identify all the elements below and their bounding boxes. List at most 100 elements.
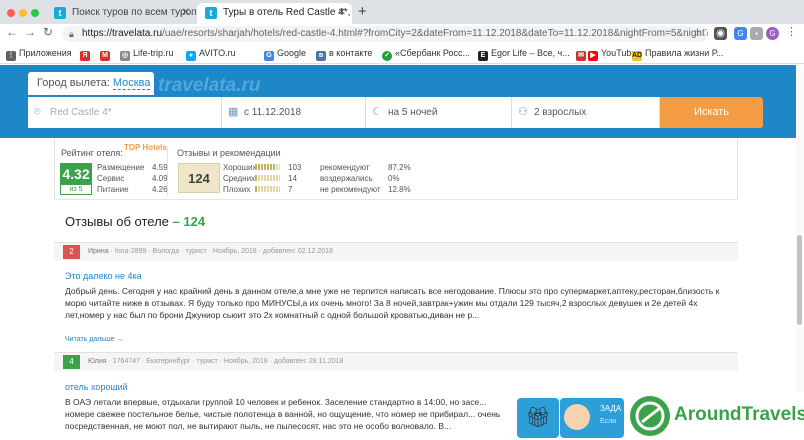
yandex-icon: Я [80,51,90,61]
tab-tour-search[interactable]: t Поиск туров по всем туропер ✕ [46,3,196,24]
globe-icon: ◎ [120,51,130,61]
read-more-link[interactable]: Читать дальше → [65,336,123,343]
apps-grid-icon: ⋮ [6,51,16,61]
guests-input[interactable]: ⚇ 2 взрослых [512,97,660,128]
tab-red-castle[interactable]: t Туры в отель Red Castle 4*, С ✕ [197,3,352,24]
bookmark-sberbank[interactable]: ✓ «Сбербанк Росс... [382,47,470,61]
review-score-badge: 4 [63,355,80,369]
nights-input[interactable]: ☾ на 5 ночей [366,97,512,128]
bookmark-yandex[interactable]: Я [80,47,93,61]
forward-arrow-icon[interactable]: → [24,25,36,39]
search-panel: travelata.ru Город вылета: Москва ⌾ Red … [0,65,804,138]
bookmark-star-icon[interactable]: ☆ [693,26,702,42]
rating-criterion: Размещение 4.59 [97,163,168,172]
tophotels-logo: TOP Hotels [124,143,167,152]
location-pin-icon: ⌾ [34,106,41,118]
travelata-logo: travelata.ru [158,75,261,96]
city-value[interactable]: Москва [112,77,151,90]
rating-criterion: Сервис 4.09 [97,174,168,183]
bookmark-google[interactable]: G Google [264,47,306,61]
feedback-bar [255,164,280,170]
feedback-total: 124 [178,163,220,193]
extension-person-icon[interactable]: ◉ [714,27,727,40]
recommend-row: рекомендуют 87.2% [320,163,411,172]
tab-title: Туры в отель Red Castle 4*, С [223,7,352,18]
aroundtravels-logo-icon [630,396,670,436]
review-meta: 4 Юлия · 1764747 · Екатеринбург · турист… [54,353,738,371]
profile-avatar[interactable]: G [766,27,779,40]
url-bar[interactable]: 🔒︎ https://travelata.ru/uae/resorts/shar… [62,26,708,42]
reviews-heading: Отзывы об отеле – 124 [65,214,206,229]
address-toolbar: ← → ↻ 🔒︎ https://travelata.ru/uae/resort… [0,24,804,43]
maximize-window-button[interactable] [31,9,39,17]
bookmark-pravila[interactable]: AD Правила жизни Р... [632,47,724,61]
recommend-row: не рекомендуют 12.8% [320,185,411,194]
city-label: Город вылета: [37,77,110,89]
feedback-bar [255,175,280,181]
browser-tab-bar: t Поиск туров по всем туропер ✕ t Туры в… [0,0,804,24]
feedback-title: Отзывы и рекомендации [177,148,281,158]
page-scrollbar[interactable] [796,65,804,440]
review-title-link[interactable]: отель хороший [65,382,128,392]
bookmark-avito[interactable]: ● AVITO.ru [186,47,236,61]
rating-criterion: Питание 4.26 [97,185,168,194]
bookmark-youtube[interactable]: ▶ YouTube [578,47,636,61]
travelata-favicon-icon: t [54,7,66,19]
google-icon: G [264,51,274,61]
gift-icon: 🎁︎ [525,407,551,429]
feedback-bar [255,186,280,192]
aroundtravels-watermark: AroundTravels [626,392,804,440]
avito-icon: ● [186,51,196,61]
review-score-badge: 2 [63,245,80,259]
moon-icon: ☾ [372,106,382,118]
recommend-row: воздержались 0% [320,174,400,183]
person-icon: ⚇ [518,106,528,118]
operator-avatar [564,404,590,430]
bookmark-egor-life[interactable]: E Egor Life – Все, ч... [478,47,570,61]
translate-icon[interactable]: G [734,27,747,40]
tab-title: Поиск туров по всем туропер [72,7,196,18]
close-tab-icon[interactable]: ✕ [182,3,190,23]
bookmark-gmail[interactable]: M [100,47,113,61]
hotel-input[interactable]: ⌾ Red Castle 4* [28,97,222,128]
chat-widget[interactable]: ЗАДА Если [560,398,624,438]
youtube-icon: ▶ [588,51,598,61]
travelata-favicon-icon: t [205,7,217,19]
url-host: https://travelata.ru [82,28,163,39]
extension-icon[interactable]: ▪ [750,27,763,40]
review-text: Добрый день. Сегодня у нас крайний день … [65,286,720,320]
date-input[interactable]: ▦ с 11.12.2018 [222,97,366,128]
gift-widget[interactable]: 🎁︎ [517,398,559,438]
window-controls [7,8,43,20]
reload-icon[interactable]: ↻ [43,25,53,39]
bookmark-apps[interactable]: ⋮ Приложения [6,47,72,61]
close-window-button[interactable] [7,9,15,17]
lock-icon: 🔒︎ [69,29,74,39]
rating-score-badge: 4.32 из 5 [60,163,92,195]
rating-title: Рейтинг отеля: [61,148,123,158]
review-meta: 2 Ирина · Irina-2899 · Вологда · турист … [54,243,738,261]
departure-city-selector[interactable]: Город вылета: Москва [28,72,154,95]
minimize-window-button[interactable] [19,9,27,17]
review-item: 2 Ирина · Irina-2899 · Вологда · турист … [54,242,738,348]
url-path: /uae/resorts/sharjah/hotels/red-castle-4… [162,28,708,39]
calendar-icon: ▦ [228,106,239,118]
hotel-rating-box: Рейтинг отеля: TOP Hotels 4.32 из 5 Разм… [54,138,738,200]
egor-life-icon: E [478,51,488,61]
ad-icon: AD [632,51,643,61]
back-arrow-icon[interactable]: ← [6,25,18,39]
gmail-icon: M [100,51,110,61]
bookmark-vk[interactable]: вв контакте [316,47,372,61]
review-title-link[interactable]: Это далеко не 4ка [65,271,142,281]
menu-kebab-icon[interactable]: ⋮ [786,25,797,38]
new-tab-button[interactable]: + [358,3,367,20]
sberbank-icon: ✓ [382,51,392,61]
bookmarks-bar: ⋮ Приложения Я M ◎ Life-trip.ru ● AVITO.ru … [0,43,804,64]
bookmark-life-trip[interactable]: ◎ Life-trip.ru [120,47,174,61]
scrollbar-thumb[interactable] [797,235,802,325]
vk-icon: в [316,51,326,61]
search-button[interactable]: Искать [660,97,763,128]
close-tab-icon[interactable]: ✕ [338,3,346,23]
divider [167,146,168,196]
review-text: В ОАЭ летали впервые, отдыхали группой 1… [65,397,501,431]
